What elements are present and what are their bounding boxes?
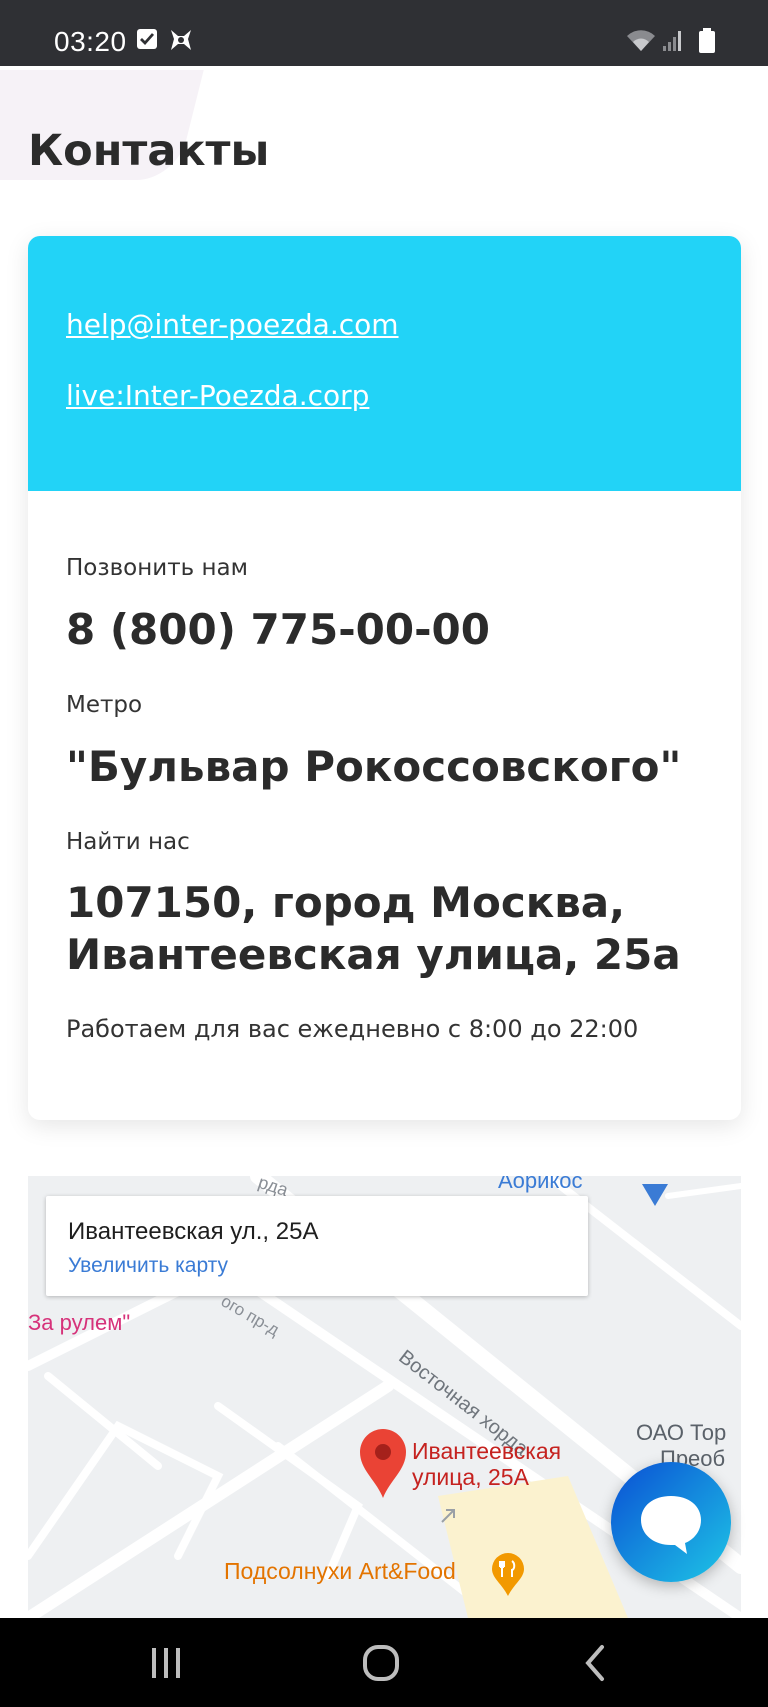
address-line-1: 107150, город Москва,	[66, 878, 626, 927]
battery-icon	[698, 28, 716, 58]
status-bar: 03:20	[0, 0, 768, 66]
contact-links-panel: help@inter-poezda.com live:Inter-Poezda.…	[28, 236, 741, 491]
page-title: Контакты	[28, 126, 270, 176]
map-area	[438, 1476, 628, 1618]
phone-number[interactable]: 8 (800) 775-00-00	[66, 604, 490, 656]
map-info-title: Ивантеевская ул., 25А	[68, 1218, 319, 1245]
back-button[interactable]	[566, 1638, 626, 1688]
recent-apps-icon	[152, 1648, 180, 1678]
pin-label-line-1: Ивантеевская	[412, 1438, 562, 1464]
checkbox-icon	[136, 28, 158, 54]
call-label: Позвонить нам	[66, 555, 248, 581]
navigation-bar	[0, 1618, 768, 1707]
status-time: 03:20	[54, 26, 127, 57]
contact-card: help@inter-poezda.com live:Inter-Poezda.…	[28, 236, 741, 1120]
recent-apps-button[interactable]	[136, 1638, 196, 1688]
map-label-aurikos: Аорикос	[498, 1176, 583, 1193]
email-link[interactable]: help@inter-poezda.com	[66, 308, 399, 341]
back-icon	[585, 1645, 604, 1681]
working-hours: Работаем для вас ежедневно с 8:00 до 22:…	[66, 1015, 639, 1043]
signal-icon	[662, 30, 684, 56]
map-label-oao-1: ОАО Тор	[636, 1420, 727, 1445]
metro-label: Метро	[66, 692, 143, 718]
pin-label-line-2: улица, 25А	[412, 1464, 529, 1490]
chat-bubble-icon	[641, 1496, 701, 1554]
map-info-box: Ивантеевская ул., 25А Увеличить карту	[46, 1196, 588, 1296]
find-label: Найти нас	[66, 829, 190, 855]
map-label-za-rulem: За рулем"	[28, 1310, 131, 1335]
home-button[interactable]	[351, 1638, 411, 1688]
enlarge-map-link[interactable]: Увеличить карту	[68, 1254, 228, 1278]
map-label-podsolnuhi: Подсолнухи Art&Food	[224, 1558, 456, 1584]
bug-icon	[168, 28, 194, 56]
chat-button[interactable]	[611, 1462, 731, 1582]
wifi-icon	[626, 30, 656, 56]
home-icon	[363, 1645, 399, 1681]
address-line-2: Ивантеевская улица, 25а	[66, 930, 681, 979]
skype-link[interactable]: live:Inter-Poezda.corp	[66, 379, 369, 412]
metro-station: "Бульвар Рокоссовского"	[66, 742, 682, 791]
